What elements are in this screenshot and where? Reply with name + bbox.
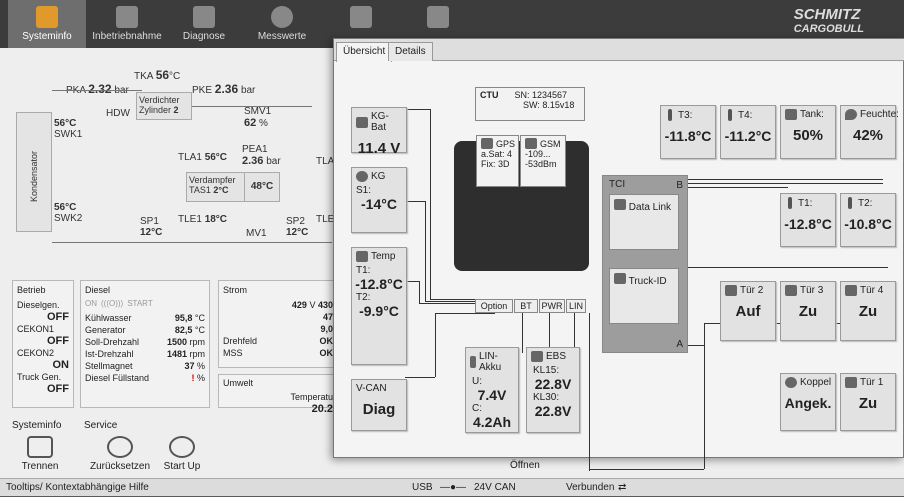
tab-details[interactable]: Details [388, 42, 433, 61]
tuer2-card[interactable]: Tür 2 Auf [720, 281, 776, 341]
kondensator-block: Kondensator [16, 112, 52, 232]
strom-panel: Strom 429 V 430 47 9,0 Drehfeld OK MSS OK [218, 280, 338, 368]
smv1-readout: SMV1 62 % [244, 106, 272, 129]
pka-readout: PKA 2.32 bar [66, 82, 129, 96]
battery-icon [356, 116, 368, 128]
nav-label: Messwerte [257, 31, 307, 42]
kg-card[interactable]: KG S1: -14°C [351, 167, 407, 233]
nav-label: Inbetriebnahme [92, 31, 162, 42]
battery-icon [470, 356, 476, 368]
datalink-card[interactable]: Data Link [609, 194, 679, 250]
pke-readout: PKE 2.36 bar [192, 82, 256, 96]
port-lin: LIN [566, 299, 586, 313]
reset-icon [107, 436, 133, 458]
gps-info: GPS a.Sat: 4 Fix: 3D [476, 135, 519, 187]
nav-label: Systeminfo [22, 31, 72, 42]
cable-icon: —●— [440, 482, 467, 493]
port-option: Option [475, 299, 513, 313]
port-bt: BT [514, 299, 538, 313]
controller-icon [356, 251, 368, 262]
trennen-button[interactable]: Trennen [10, 436, 70, 472]
gauge-icon [271, 6, 293, 28]
tuer1-card[interactable]: Tür 1 Zu [840, 373, 896, 431]
verdichter-block: Verdichter Zylinder 2 [136, 92, 192, 120]
sp1-readout: SP1 12°C [140, 216, 163, 238]
ctu-info: CTU SN: 1234567 SW: 8.15v18 [475, 87, 585, 121]
truck-id-icon [614, 273, 626, 284]
port-pwr: PWR [539, 299, 565, 313]
gear-icon [356, 171, 368, 182]
tka-readout: TKA 56°C [134, 68, 181, 82]
tla1-readout: TLA1 56°C [178, 152, 228, 163]
t1-card[interactable]: T1: -12.8°C [780, 193, 836, 247]
tci-module: TCI B A Data Link Truck-ID [602, 175, 688, 353]
disconnect-icon [27, 436, 53, 458]
refrigeration-schema: Kondensator 56°CSWK1 56°CSWK2 PKA 2.32 b… [12, 64, 340, 254]
gsm-info: GSM -109... -53dBm [520, 135, 566, 187]
connection-icon: ⇄ [618, 482, 627, 493]
overview-window: Übersicht Details KG-Bat 11.4 V KG S1: -… [333, 38, 904, 471]
thermometer-icon [848, 197, 852, 209]
temp-card[interactable]: Temp T1: -12.8°C T2: -9.9°C [351, 247, 407, 365]
door-icon [845, 285, 857, 296]
nav-messwerte[interactable]: Messwerte [244, 0, 320, 48]
diesel-panel: Diesel ON (((O))) START Kühlwasser 95,8 °C … [80, 280, 210, 408]
datalink-icon [614, 199, 626, 210]
humidity-drop-icon [845, 109, 857, 120]
vcan-card[interactable]: V-CAN Diag [351, 379, 407, 431]
betrieb-panel: Betrieb Dieselgen. OFF CEKON1 OFF CEKON2… [12, 280, 74, 408]
verdampfer-block: Verdampfer TAS1 2°C [186, 172, 248, 202]
brand-logo: SCHMITZ CARGOBULL [793, 6, 864, 35]
t3-card[interactable]: T3: -11.8°C [660, 105, 716, 159]
oeffnen-button[interactable]: Öffnen [510, 460, 540, 471]
tab-bar: Übersicht Details [334, 39, 904, 62]
tuer3-card[interactable]: Tür 3 Zu [780, 281, 836, 341]
ebs-card[interactable]: EBS KL15: 22.8V KL30: 22.8V [526, 347, 580, 433]
lin-akku-card[interactable]: LIN-Akku U: 7.4V C: 4.2Ah [465, 347, 519, 433]
bottom-toolbar: Systeminfo Service Trennen Zurücksetzen … [8, 420, 328, 480]
umwelt-panel: Umwelt Temperatu 20.2 [218, 374, 338, 415]
satellite-icon [481, 138, 493, 149]
t4-card[interactable]: T4: -11.2°C [720, 105, 776, 159]
feuchte-card[interactable]: Feuchte: 42% [840, 105, 899, 159]
thermometer-icon [788, 197, 792, 209]
nav-systeminfo[interactable]: Systeminfo [8, 0, 86, 48]
startup-button[interactable]: Start Up [152, 436, 212, 472]
download-icon [350, 6, 372, 28]
chart-icon [427, 6, 449, 28]
ebs-module-icon [531, 351, 543, 362]
koppel-card[interactable]: Koppel Angek. [780, 373, 836, 431]
tank-icon [785, 109, 797, 120]
wrench-icon [116, 6, 138, 28]
nav-label: Diagnose [182, 31, 226, 42]
kgbat-card[interactable]: KG-Bat 11.4 V [351, 107, 407, 157]
t2-card[interactable]: T2: -10.8°C [840, 193, 896, 247]
tab-uebersicht[interactable]: Übersicht [336, 42, 393, 62]
coupling-icon [785, 377, 797, 388]
thermometer-icon [668, 109, 672, 121]
nav-inbetriebnahme[interactable]: Inbetriebnahme [88, 0, 166, 48]
tuer4-card[interactable]: Tür 4 Zu [840, 281, 896, 341]
door-icon [845, 377, 857, 388]
door-icon [725, 285, 737, 296]
zuruecksetzen-button[interactable]: Zurücksetzen [90, 436, 150, 472]
status-bar: Tooltips/ Kontextabhängige Hilfe USB —●—… [0, 478, 904, 496]
network-diagram: KG-Bat 11.4 V KG S1: -14°C Temp T1: -12.… [334, 61, 904, 471]
tle1-readout: TLE1 18°C [178, 214, 228, 225]
antenna-icon [525, 138, 537, 149]
waveform-icon [193, 6, 215, 28]
truckid-card[interactable]: Truck-ID [609, 268, 679, 324]
info-box-icon [36, 6, 58, 28]
sp2-readout: SP2 12°C [286, 216, 309, 238]
pea1-readout: PEA1 2.36 bar [242, 144, 281, 167]
tank-card[interactable]: Tank: 50% [780, 105, 836, 159]
door-icon [785, 285, 797, 296]
nav-diagnose[interactable]: Diagnose [168, 0, 240, 48]
thermometer-icon [728, 109, 732, 121]
startup-icon [169, 436, 195, 458]
